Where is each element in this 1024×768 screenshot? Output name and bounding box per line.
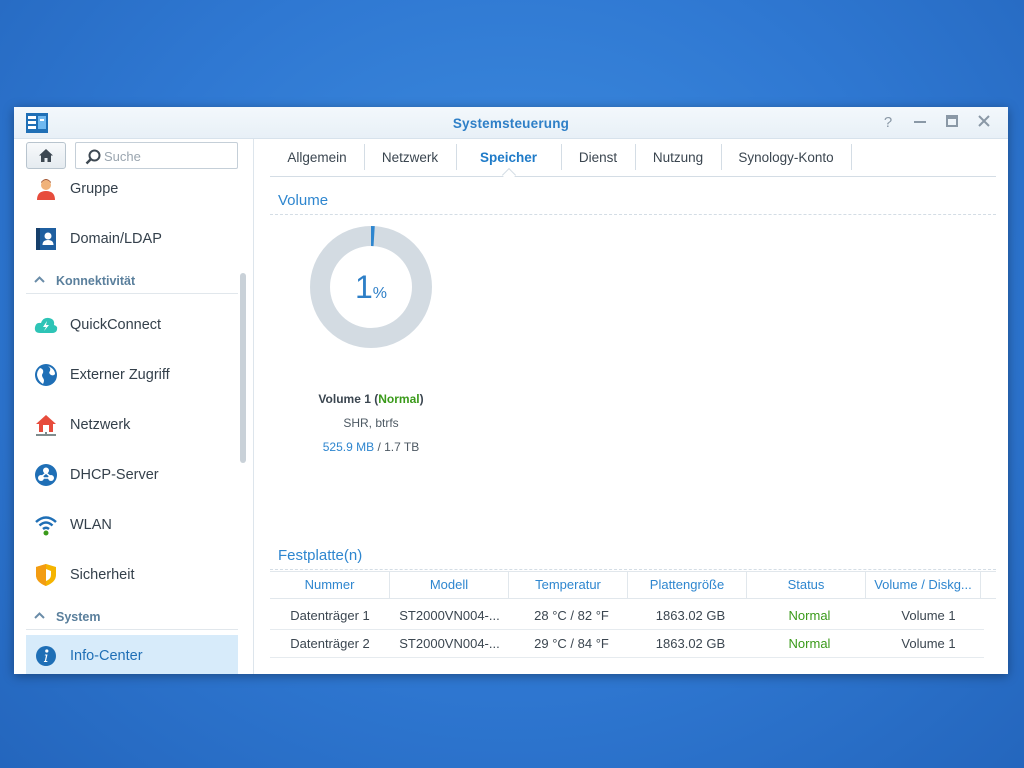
wifi-icon — [34, 513, 58, 537]
minimize-icon[interactable] — [910, 113, 930, 133]
volume-total: / 1.7 TB — [377, 440, 420, 454]
cell-modell: ST2000VN004-... — [399, 636, 500, 651]
sidebar-item-info-center[interactable]: Info-Center — [26, 635, 238, 674]
percent-sign: % — [372, 285, 388, 302]
quickconnect-cloud-icon — [34, 313, 58, 337]
sidebar-item-externer-zugriff[interactable]: Externer Zugriff — [26, 354, 238, 396]
home-button[interactable] — [26, 142, 66, 169]
help-icon[interactable]: ? — [878, 113, 898, 133]
volume-heading: Volume — [278, 192, 329, 209]
dhcp-network-icon — [34, 463, 58, 487]
sidebar-item-label: Info-Center — [70, 648, 143, 664]
globe-icon — [34, 363, 58, 387]
sidebar-item-label: Sicherheit — [70, 567, 135, 583]
window-title: Systemsteuerung — [452, 116, 570, 131]
sidebar-item-quickconnect[interactable]: QuickConnect — [26, 304, 238, 346]
cell-temperatur: 28 °C / 82 °F — [534, 608, 609, 623]
divider — [270, 214, 996, 215]
column-header-nummer[interactable]: Nummer — [270, 572, 390, 598]
sidebar-item-label: Netzwerk — [70, 417, 131, 433]
main-content: Allgemein Netzwerk Speicher Dienst Nutzu… — [254, 139, 1008, 674]
sidebar-scrollbar[interactable] — [240, 273, 246, 463]
cell-modell: ST2000VN004-... — [399, 608, 500, 623]
cell-status: Normal — [788, 608, 831, 623]
section-konnektivitaet[interactable]: Konnektivität — [26, 268, 238, 294]
column-header-plattengroesse[interactable]: Plattengröße — [628, 572, 747, 598]
divider — [270, 569, 996, 570]
volume-type: SHR, btrfs — [343, 416, 399, 430]
cell-volume: Volume 1 — [901, 636, 956, 651]
table-header: Nummer Modell Temperatur Plattengröße St… — [270, 571, 996, 599]
volume-size-line: 525.9 MB / 1.7 TB — [289, 440, 453, 454]
column-header-status[interactable]: Status — [747, 572, 866, 598]
info-icon — [34, 644, 58, 668]
tab-netzwerk[interactable]: Netzwerk — [364, 144, 456, 172]
group-icon — [34, 177, 58, 201]
cell-nummer: Datenträger 1 — [290, 608, 370, 623]
search-field[interactable] — [75, 142, 238, 169]
cell-plattengroesse: 1863.02 GB — [655, 636, 726, 651]
home-icon — [39, 149, 53, 162]
sidebar-item-label: Gruppe — [70, 181, 119, 197]
column-header-volume[interactable]: Volume / Diskg... — [866, 572, 981, 598]
disks-heading: Festplatte(n) — [278, 547, 363, 564]
cell-nummer: Datenträger 2 — [290, 636, 370, 651]
column-header-temperatur[interactable]: Temperatur — [509, 572, 628, 598]
tab-nutzung[interactable]: Nutzung — [635, 144, 721, 172]
sidebar-item-dhcp-server[interactable]: DHCP-Server — [26, 454, 238, 496]
volume-name: Volume 1 — [318, 392, 371, 406]
cell-status: Normal — [788, 636, 831, 651]
directory-book-icon — [34, 227, 58, 251]
table-row[interactable]: Datenträger 1 ST2000VN004-... 28 °C / 82… — [270, 602, 984, 630]
tab-bar: Allgemein Netzwerk Speicher Dienst Nutzu… — [270, 139, 996, 183]
sidebar-item-label: QuickConnect — [70, 317, 162, 333]
search-icon — [85, 149, 101, 165]
usage-percent: 1% — [309, 269, 433, 306]
sidebar-item-label: Externer Zugriff — [70, 367, 170, 383]
shield-icon — [34, 563, 58, 587]
close-icon[interactable] — [974, 113, 994, 133]
sidebar-item-label: Domain/LDAP — [70, 231, 162, 247]
tab-dienst[interactable]: Dienst — [561, 144, 635, 172]
usage-percent-value: 1 — [354, 269, 373, 305]
volume-name-line: Volume 1 (Normal) — [318, 392, 424, 406]
tab-divider — [851, 144, 852, 170]
sidebar-item-wlan[interactable]: WLAN — [26, 504, 238, 546]
volume-status: Normal — [378, 392, 420, 406]
sidebar-item-label: WLAN — [70, 517, 112, 533]
column-header-modell[interactable]: Modell — [390, 572, 509, 598]
maximize-icon[interactable] — [942, 113, 962, 133]
cell-volume: Volume 1 — [901, 608, 956, 623]
title-bar[interactable]: Systemsteuerung ? — [14, 107, 1008, 139]
sidebar-item-netzwerk[interactable]: Netzwerk — [26, 404, 238, 446]
table-row[interactable]: Datenträger 2 ST2000VN004-... 29 °C / 84… — [270, 630, 984, 658]
volume-used: 525.9 MB — [322, 440, 375, 454]
chevron-up-icon — [34, 275, 48, 286]
cell-plattengroesse: 1863.02 GB — [655, 608, 726, 623]
tab-allgemein[interactable]: Allgemein — [270, 144, 364, 172]
network-house-icon — [34, 413, 58, 437]
sidebar-item-domain-ldap[interactable]: Domain/LDAP — [26, 218, 238, 260]
sidebar-item-gruppe[interactable]: Gruppe — [26, 168, 238, 210]
section-label: System — [56, 609, 101, 624]
section-system[interactable]: System — [26, 604, 238, 630]
sidebar-item-label: DHCP-Server — [70, 467, 159, 483]
sidebar: Gruppe Domain/LDAP Konnektivität QuickCo… — [14, 139, 254, 674]
control-panel-window: Systemsteuerung ? Gruppe — [14, 107, 1008, 674]
section-label: Konnektivität — [56, 273, 136, 288]
chevron-up-icon — [34, 611, 48, 622]
tab-synology-konto[interactable]: Synology-Konto — [721, 144, 851, 172]
cell-temperatur: 29 °C / 84 °F — [534, 636, 609, 651]
sidebar-item-sicherheit[interactable]: Sicherheit — [26, 554, 238, 596]
search-input[interactable] — [104, 147, 232, 165]
